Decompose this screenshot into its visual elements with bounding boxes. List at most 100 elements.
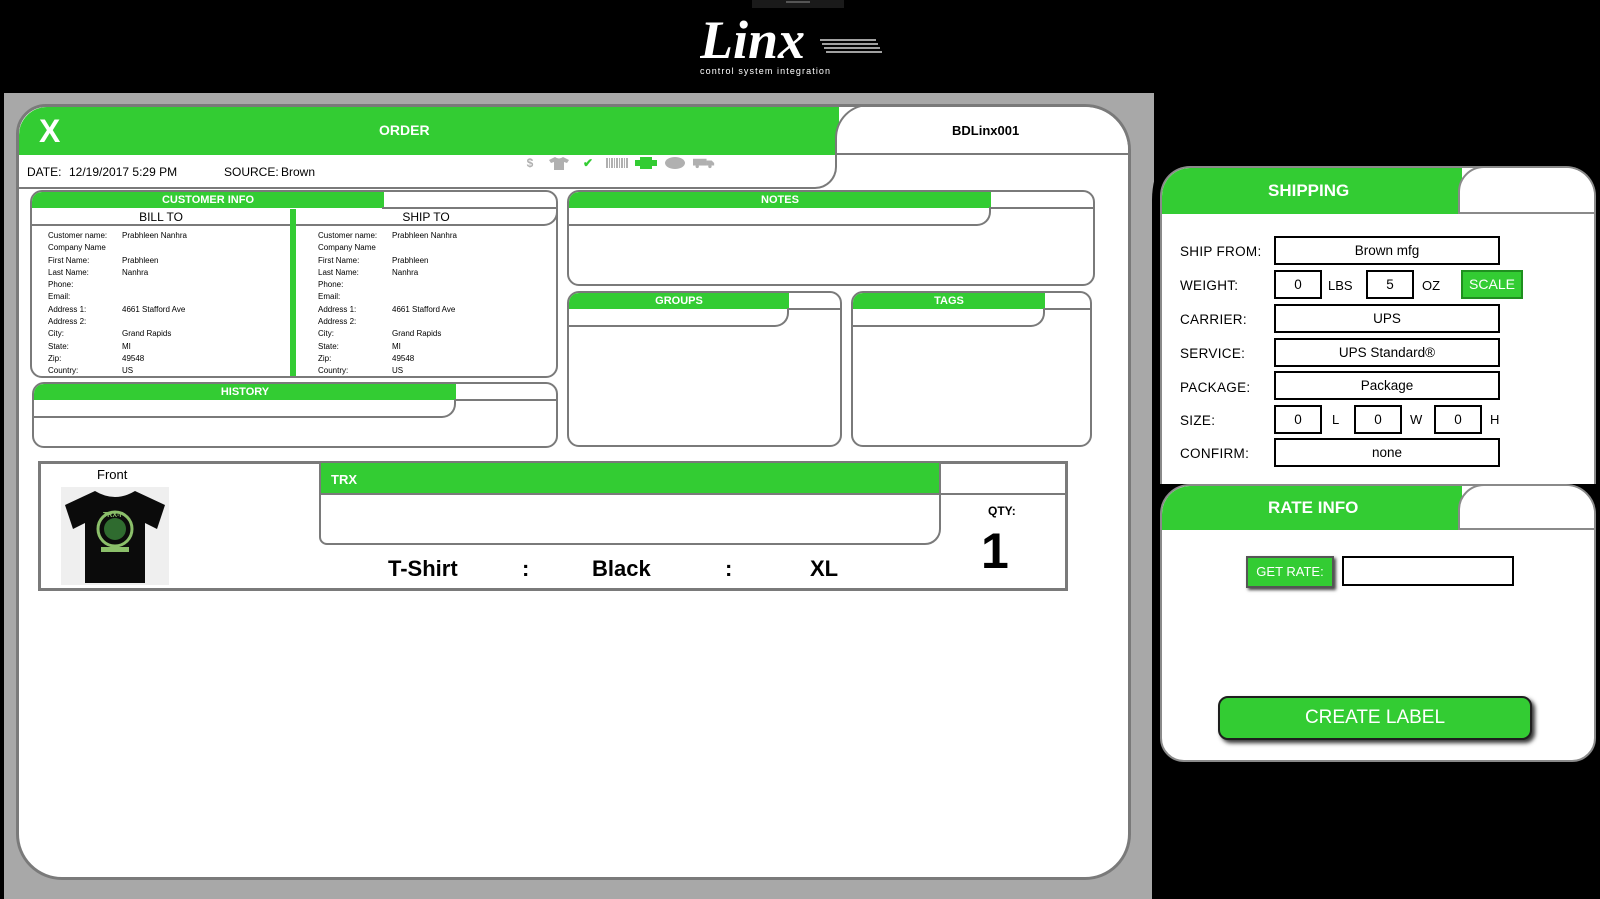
notes-title: NOTES	[569, 192, 991, 208]
rate-value-field[interactable]	[1342, 556, 1514, 586]
order-header: X ORDER	[19, 107, 839, 155]
address-row: Country: US	[48, 365, 187, 376]
groups-panel[interactable]: GROUPS	[567, 291, 842, 447]
address-row: Phone:	[318, 279, 457, 291]
address-field-value: Prabhleen	[122, 255, 159, 265]
create-label-button[interactable]: CREATE LABEL	[1218, 696, 1532, 740]
address-field-label: State:	[318, 341, 339, 351]
history-panel[interactable]: HISTORY	[32, 382, 558, 448]
ship-from-field[interactable]: Brown mfg	[1274, 236, 1500, 265]
address-row: Zip: 49548	[318, 353, 457, 365]
ship-to-details: Customer name: Prabhleen Nanhra Company Na…	[318, 230, 457, 376]
svg-text:TRX-I: TRX-I	[103, 512, 121, 519]
address-field-label: Company Name	[318, 243, 376, 253]
length-unit: L	[1332, 412, 1340, 427]
attr-separator: :	[725, 556, 733, 581]
address-row: Company Name	[318, 242, 457, 254]
weight-oz-field[interactable]: 5	[1366, 270, 1414, 299]
rate-info-card: RATE INFO GET RATE: CREATE LABEL	[1160, 484, 1596, 762]
address-field-label: Company Name	[48, 243, 106, 253]
barcode-icon[interactable]	[606, 156, 628, 170]
customer-info-title: CUSTOMER INFO	[32, 192, 384, 208]
tags-panel[interactable]: TAGS	[851, 291, 1092, 447]
item-type: T-Shirt	[388, 556, 458, 581]
size-width-field[interactable]: 0	[1354, 405, 1402, 434]
service-label: SERVICE:	[1180, 346, 1246, 361]
address-field-value: MI	[122, 341, 131, 351]
get-rate-button[interactable]: GET RATE:	[1246, 556, 1334, 588]
window-handle[interactable]	[752, 0, 844, 8]
svg-text:Linx: Linx	[700, 12, 805, 70]
address-field-label: Customer name:	[48, 231, 108, 240]
item-color: Black	[592, 556, 651, 581]
tshirt-icon: TRX-I	[61, 487, 169, 585]
carrier-select[interactable]: UPS	[1274, 304, 1500, 333]
address-field-label: Phone:	[48, 280, 74, 290]
address-row: City: Grand Rapids	[318, 328, 457, 340]
order-info-strip: DATE: 12/19/2017 5:29 PM SOURCE: Brown $…	[19, 155, 837, 189]
notes-panel[interactable]: NOTES	[567, 190, 1095, 286]
dollar-icon[interactable]: $	[519, 156, 541, 170]
address-row: Zip: 49548	[48, 353, 187, 365]
address-row: First Name: Prabhleen	[48, 255, 187, 267]
printer-icon[interactable]	[635, 156, 657, 170]
order-id-tab: BDLinx001	[835, 107, 1128, 155]
package-select[interactable]: Package	[1274, 371, 1500, 400]
notes-header-curve	[569, 208, 991, 226]
service-select[interactable]: UPS Standard®	[1274, 338, 1500, 367]
address-row: State: MI	[318, 341, 457, 353]
address-row: First Name: Prabhleen	[318, 255, 457, 267]
address-field-value: Prabhleen Nanhra	[122, 231, 187, 240]
trx-field[interactable]	[319, 493, 941, 545]
logo-tagline: control system integration	[700, 66, 831, 76]
address-field-label: City:	[318, 329, 334, 339]
divider	[835, 153, 1128, 155]
qty-label: QTY:	[988, 504, 1016, 518]
check-icon[interactable]: ✔	[577, 156, 599, 170]
address-field-value: Prabhleen Nanhra	[392, 231, 457, 240]
scale-button[interactable]: SCALE	[1461, 270, 1523, 299]
divider	[1043, 308, 1090, 310]
weight-lbs-field[interactable]: 0	[1274, 270, 1322, 299]
rate-info-tab	[1458, 486, 1594, 530]
address-field-value: Prabhleen	[392, 255, 429, 265]
close-button[interactable]: X	[39, 113, 60, 150]
address-row: Last Name: Nanhra	[318, 267, 457, 279]
history-header-curve	[34, 400, 456, 418]
address-row: Address 1: 4661 Stafford Ave	[48, 304, 187, 316]
address-field-value: US	[392, 366, 404, 376]
product-line-item: Front TRX-I TRX QTY: 1 T-Shirt : Black :…	[38, 461, 1068, 591]
address-field-label: City:	[48, 329, 64, 339]
address-field-value: MI	[392, 341, 401, 351]
weight-label: WEIGHT:	[1180, 278, 1239, 293]
order-panel: X ORDER BDLinx001 DATE: 12/19/2017 5:29 …	[16, 104, 1131, 880]
size-length-field[interactable]: 0	[1274, 405, 1322, 434]
address-field-value: Grand Rapids	[122, 329, 172, 339]
rate-info-header: RATE INFO	[1162, 486, 1462, 530]
shipping-title: SHIPPING	[1268, 181, 1350, 200]
tshirt-icon[interactable]	[548, 156, 570, 170]
ship-to-title: SHIP TO	[296, 209, 556, 226]
address-field-label: Phone:	[318, 280, 344, 290]
source-value: Brown	[281, 165, 316, 179]
confirm-label: CONFIRM:	[1180, 446, 1250, 461]
address-field-value: US	[122, 366, 134, 376]
tags-title: TAGS	[853, 293, 1045, 309]
divider	[454, 399, 556, 401]
order-id: BDLinx001	[952, 123, 1020, 138]
customer-info-panel: CUSTOMER INFO BILL TO SHIP TO Customer n…	[30, 190, 558, 378]
tags-header-curve	[853, 309, 1045, 327]
address-row: Customer name: Prabhleen Nanhra	[48, 230, 187, 242]
address-row: Customer name: Prabhleen Nanhra	[318, 230, 457, 242]
address-field-value: 49548	[122, 353, 145, 363]
confirm-select[interactable]: none	[1274, 438, 1500, 467]
address-row: City: Grand Rapids	[48, 328, 187, 340]
truck-icon[interactable]	[693, 156, 715, 170]
size-height-field[interactable]: 0	[1434, 405, 1482, 434]
package-icon[interactable]	[664, 156, 686, 170]
package-label: PACKAGE:	[1180, 380, 1251, 395]
address-field-value: 4661 Stafford Ave	[122, 304, 186, 314]
address-row: Email:	[318, 291, 457, 303]
address-field-label: Email:	[48, 292, 71, 302]
bill-to-title: BILL TO	[32, 209, 290, 226]
